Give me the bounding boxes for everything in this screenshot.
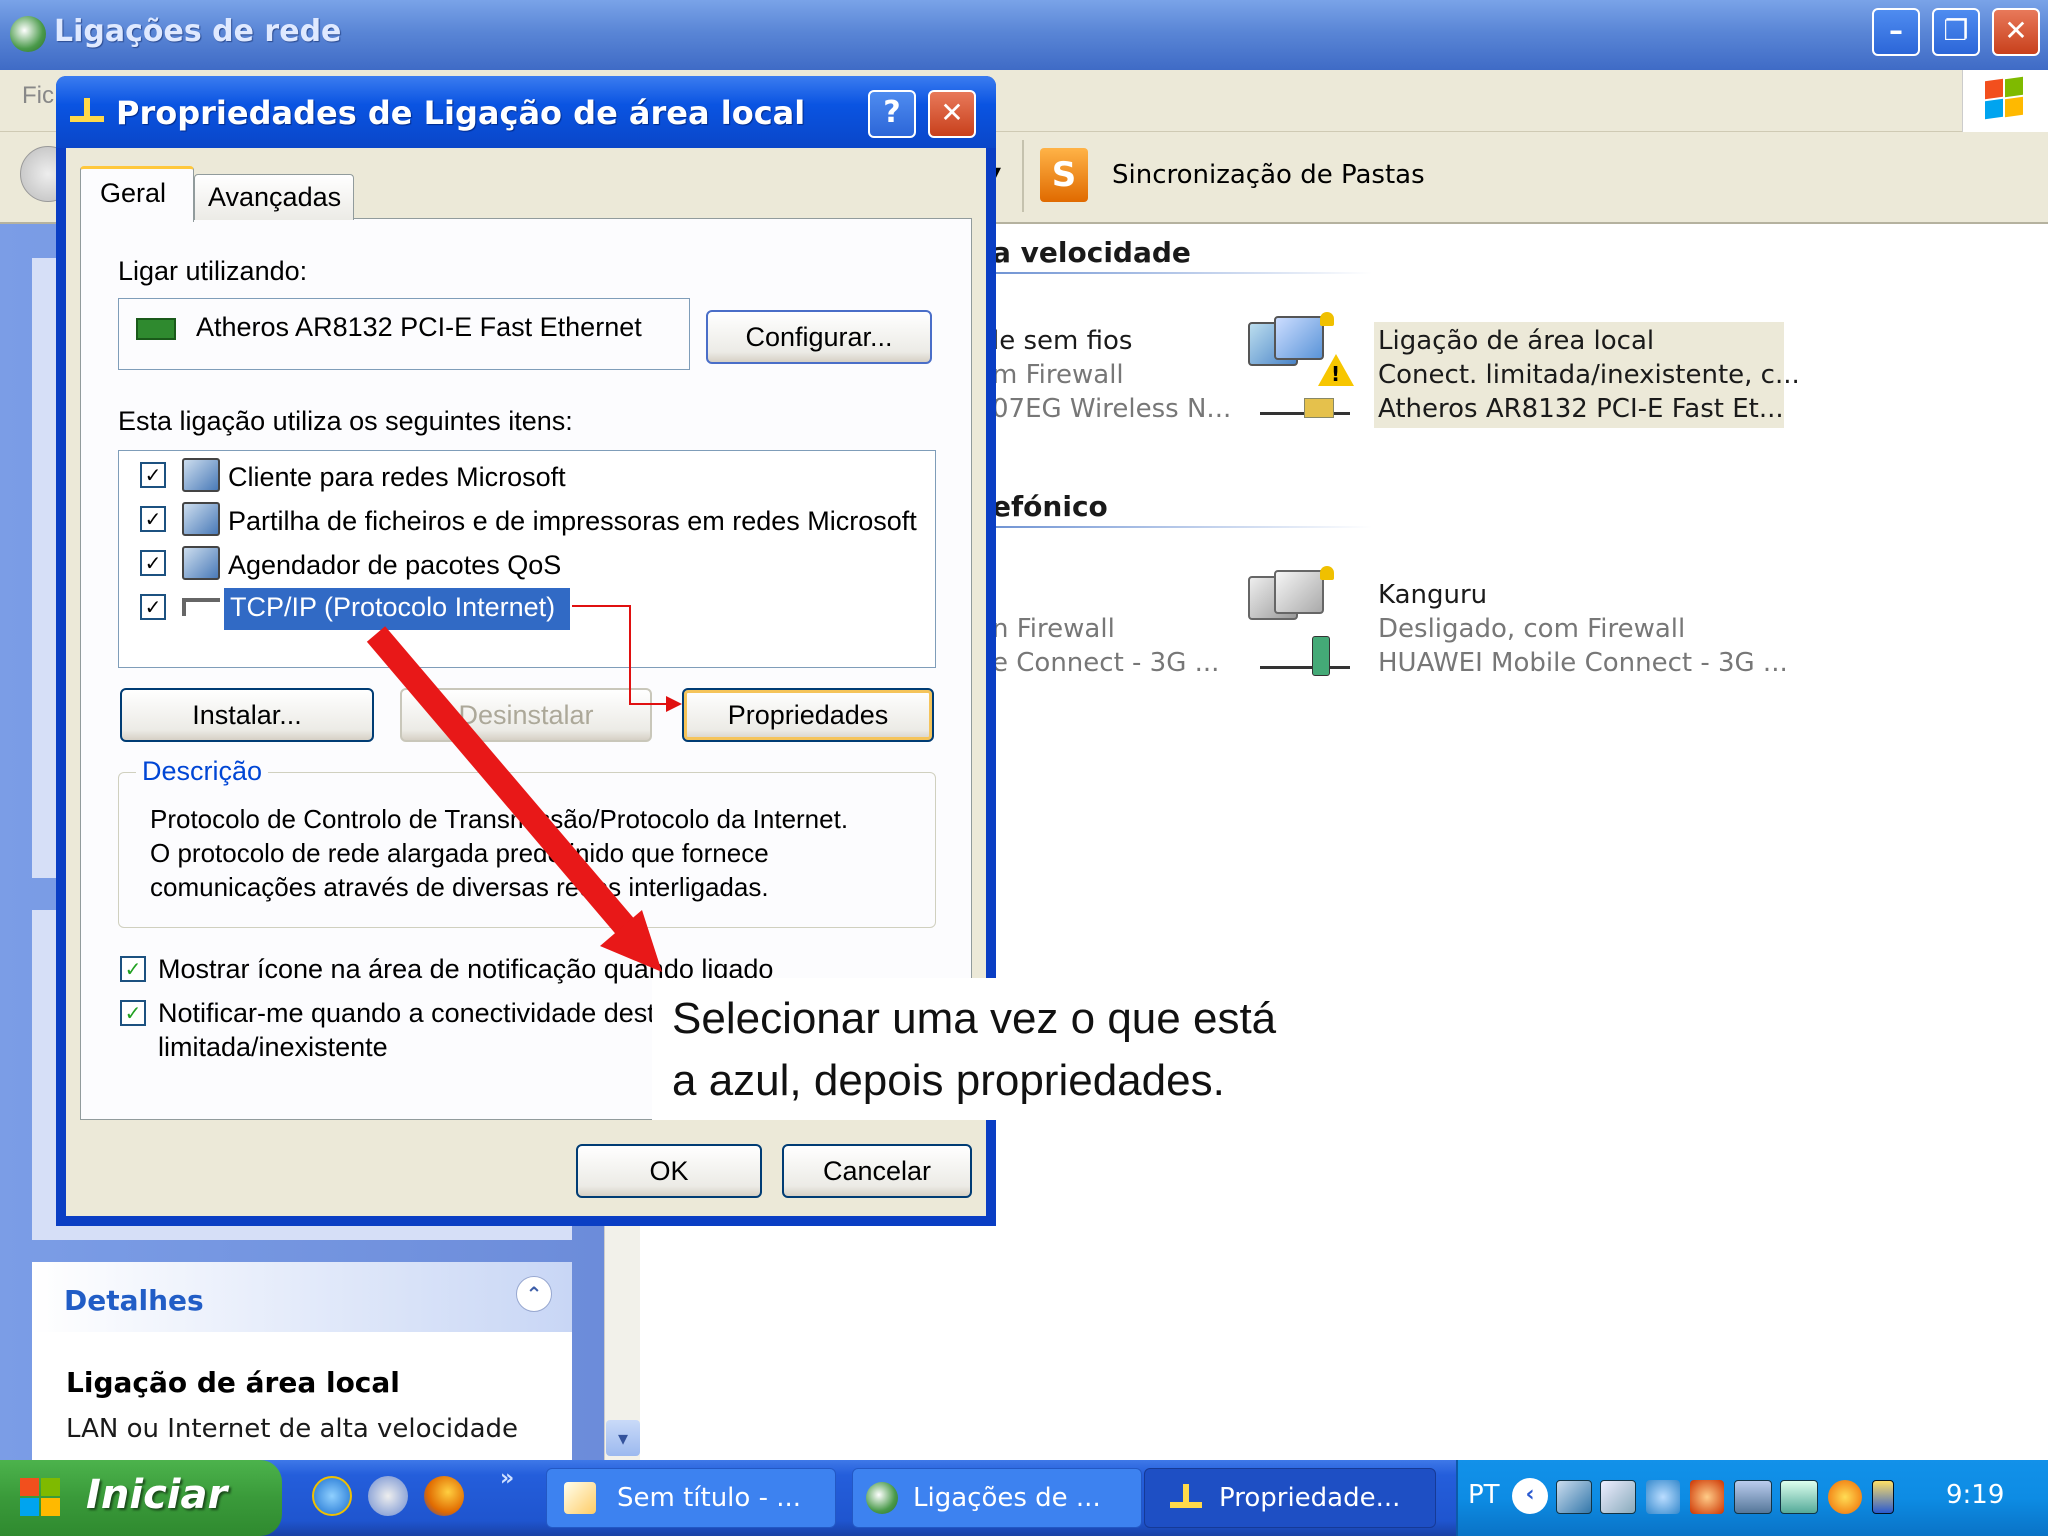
clock[interactable]: 9:19 <box>1946 1480 2004 1510</box>
display-tray-icon[interactable] <box>1780 1480 1818 1514</box>
annotation-line-1: Selecionar uma vez o que está <box>672 994 1277 1043</box>
antivirus-tray-icon[interactable] <box>1828 1480 1862 1514</box>
security-tray-icon[interactable] <box>1690 1480 1724 1514</box>
annotation-arrows <box>366 605 682 972</box>
media-quicklaunch-icon[interactable] <box>368 1476 408 1516</box>
firefox-quicklaunch-icon[interactable] <box>424 1476 464 1516</box>
quicklaunch-chevron[interactable]: » <box>500 1466 514 1491</box>
paint-icon <box>564 1482 596 1514</box>
task-properties-label: Propriedade... <box>1219 1483 1401 1513</box>
battery-tray-icon[interactable] <box>1872 1480 1894 1514</box>
ie-quicklaunch-icon[interactable] <box>312 1476 352 1516</box>
connector-arrowhead <box>666 696 682 712</box>
task-paint-label: Sem título - ... <box>617 1483 802 1513</box>
task-network-label: Ligações de ... <box>913 1483 1101 1513</box>
bluetooth-tray-icon[interactable] <box>1646 1480 1680 1514</box>
lan-task-icon <box>1170 1484 1202 1514</box>
monitor-tray-icon[interactable] <box>1734 1480 1772 1514</box>
properties-connector-line <box>572 605 676 705</box>
pointer-arrow-shaft <box>366 626 638 938</box>
language-indicator[interactable]: PT <box>1468 1480 1500 1510</box>
tray-expand-icon[interactable]: ‹ <box>1512 1478 1548 1514</box>
annotation-line-2: a azul, depois propriedades. <box>672 1056 1225 1105</box>
start-label: Iniciar <box>86 1472 228 1518</box>
windows-flag-icon <box>20 1478 62 1518</box>
wireless-tray-icon[interactable] <box>1600 1480 1636 1514</box>
network-task-icon <box>866 1482 898 1514</box>
network-warning-tray-icon[interactable] <box>1556 1480 1592 1514</box>
